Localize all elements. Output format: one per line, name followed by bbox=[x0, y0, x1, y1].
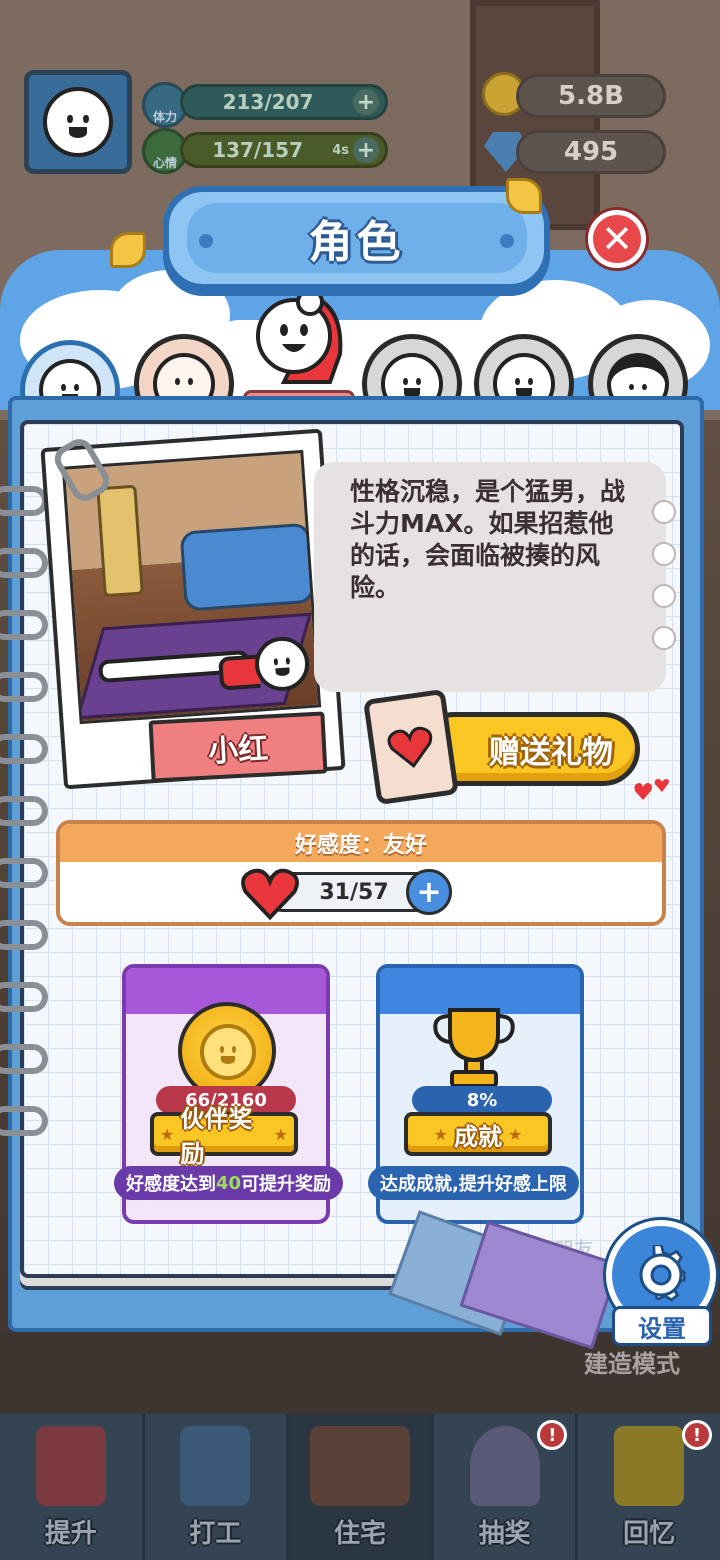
home-room-icon bbox=[309, 1426, 410, 1506]
cat-tree-icon bbox=[96, 484, 144, 598]
gem-value: 495 bbox=[563, 137, 619, 167]
notification-badge: ! bbox=[681, 1420, 712, 1450]
partner-reward-hint: 好感度达到 40 可提升奖励 bbox=[114, 1166, 344, 1200]
nav-label-memory: 回忆 bbox=[623, 1519, 676, 1549]
achievement-hint: 达成成就,提升好感上限 bbox=[368, 1166, 579, 1200]
trophy-icon bbox=[433, 1008, 515, 1088]
character-tab-xiaohong-selected[interactable] bbox=[244, 284, 350, 390]
partner-reward-label: 伙伴奖励 bbox=[180, 1105, 253, 1168]
panel-title: 角色 bbox=[308, 217, 405, 268]
gem-counter[interactable]: 495 bbox=[516, 130, 666, 174]
nav-item-home[interactable]: 住宅 bbox=[289, 1414, 434, 1560]
achievement-button[interactable]: ★ 成就 ★ bbox=[404, 1112, 552, 1156]
work-tv-icon bbox=[180, 1426, 251, 1506]
butterfly-left-icon bbox=[110, 232, 146, 268]
mood-bar: 137/157 4s + bbox=[180, 132, 388, 168]
achievement-label: 成就 bbox=[454, 1122, 502, 1151]
gear-icon bbox=[639, 1245, 686, 1302]
binder-ring-icon bbox=[0, 858, 48, 888]
nav-item-lottery[interactable]: 抽奖 ! bbox=[434, 1414, 579, 1560]
favorability-value: 31/57 bbox=[319, 879, 389, 905]
send-gift-label: 赠送礼物 bbox=[489, 734, 613, 771]
heart-icon bbox=[387, 726, 433, 768]
character-description: 性格沉稳，是个猛男，战斗力MAX。如果招惹他的话，会面临被揍的风险。 bbox=[350, 477, 626, 602]
binder-ring-icon bbox=[0, 486, 48, 516]
character-name-ribbon: 小红 bbox=[148, 711, 328, 783]
butterfly-right-icon bbox=[506, 178, 542, 214]
nav-item-upgrade[interactable]: 提升 bbox=[0, 1414, 145, 1560]
binder-ring-icon bbox=[0, 920, 48, 950]
character-description-card: 性格沉稳，是个猛男，战斗力MAX。如果招惹他的话，会面临被揍的风险。 bbox=[314, 462, 676, 692]
binder-ring-icon bbox=[0, 982, 48, 1012]
partner-hint-suffix: 可提升奖励 bbox=[241, 1174, 332, 1195]
favorability-plus-button[interactable]: + bbox=[406, 869, 452, 915]
nav-item-work[interactable]: 打工 bbox=[145, 1414, 290, 1560]
settings-label-text: 设置 bbox=[638, 1314, 686, 1343]
nav-label-upgrade: 提升 bbox=[44, 1519, 97, 1549]
binder-ring-icon bbox=[0, 610, 48, 640]
binder-ring-icon bbox=[0, 1106, 48, 1136]
gift-bag-icon bbox=[363, 688, 459, 806]
binder-ring-icon bbox=[0, 796, 48, 826]
pushup-man-icon bbox=[98, 650, 262, 690]
stamina-label: 体力 bbox=[152, 110, 177, 124]
nav-label-work: 打工 bbox=[189, 1519, 242, 1549]
avatar-face-icon bbox=[43, 87, 113, 157]
binder-ring-icon bbox=[0, 548, 48, 578]
close-button[interactable]: ✕ bbox=[588, 210, 646, 268]
binder-ring-icon bbox=[0, 1044, 48, 1074]
notification-badge: ! bbox=[537, 1420, 568, 1450]
gacha-machine-icon bbox=[469, 1426, 540, 1506]
settings-label[interactable]: 设置 bbox=[612, 1306, 712, 1346]
partner-reward-button[interactable]: ★ 伙伴奖励 ★ bbox=[150, 1105, 298, 1168]
mood-plus-button[interactable]: + bbox=[353, 137, 379, 163]
mood-timer: 4s bbox=[332, 142, 349, 158]
nav-label-lottery: 抽奖 bbox=[478, 1519, 531, 1549]
achievement-progress: 8% bbox=[466, 1089, 498, 1111]
binder-ring-icon bbox=[0, 672, 48, 702]
stamina-value: 213/207 bbox=[222, 90, 314, 114]
favorability-heart-icon bbox=[241, 868, 299, 920]
binder-ring-icon bbox=[0, 734, 48, 764]
partner-hint-prefix: 好感度达到 bbox=[126, 1174, 216, 1195]
favorability-header: 好感度：友好 bbox=[294, 833, 427, 858]
gold-counter[interactable]: 5.8B bbox=[516, 74, 666, 118]
build-mode-label[interactable]: 建造模式 bbox=[584, 1344, 680, 1379]
nav-label-home: 住宅 bbox=[333, 1519, 386, 1549]
achievement-progress-pill: 8% bbox=[412, 1086, 552, 1114]
mood-label: 心情 bbox=[152, 156, 177, 170]
nav-item-memory[interactable]: 回忆 ! bbox=[578, 1414, 720, 1560]
panel-title-plate: 角色 bbox=[163, 186, 550, 290]
stamina-plus-button[interactable]: + bbox=[353, 89, 379, 115]
upgrade-book-icon bbox=[35, 1426, 106, 1506]
sofa-icon bbox=[179, 522, 315, 612]
xiaohong-avatar-icon bbox=[256, 288, 343, 384]
camera-icon bbox=[614, 1426, 685, 1506]
character-name: 小红 bbox=[207, 731, 270, 770]
player-avatar[interactable] bbox=[24, 70, 132, 174]
mood-value: 137/157 bbox=[212, 138, 303, 162]
gold-value: 5.8B bbox=[558, 81, 624, 111]
stamina-bar: 213/207 + bbox=[180, 84, 388, 120]
achievement-hint-text: 达成成就,提升好感上限 bbox=[380, 1174, 567, 1195]
partner-hint-highlight: 40 bbox=[216, 1172, 242, 1194]
bottom-navigation: 提升 打工 住宅 抽奖 ! 回忆 ! bbox=[0, 1414, 720, 1560]
small-hearts-icon bbox=[634, 779, 670, 800]
